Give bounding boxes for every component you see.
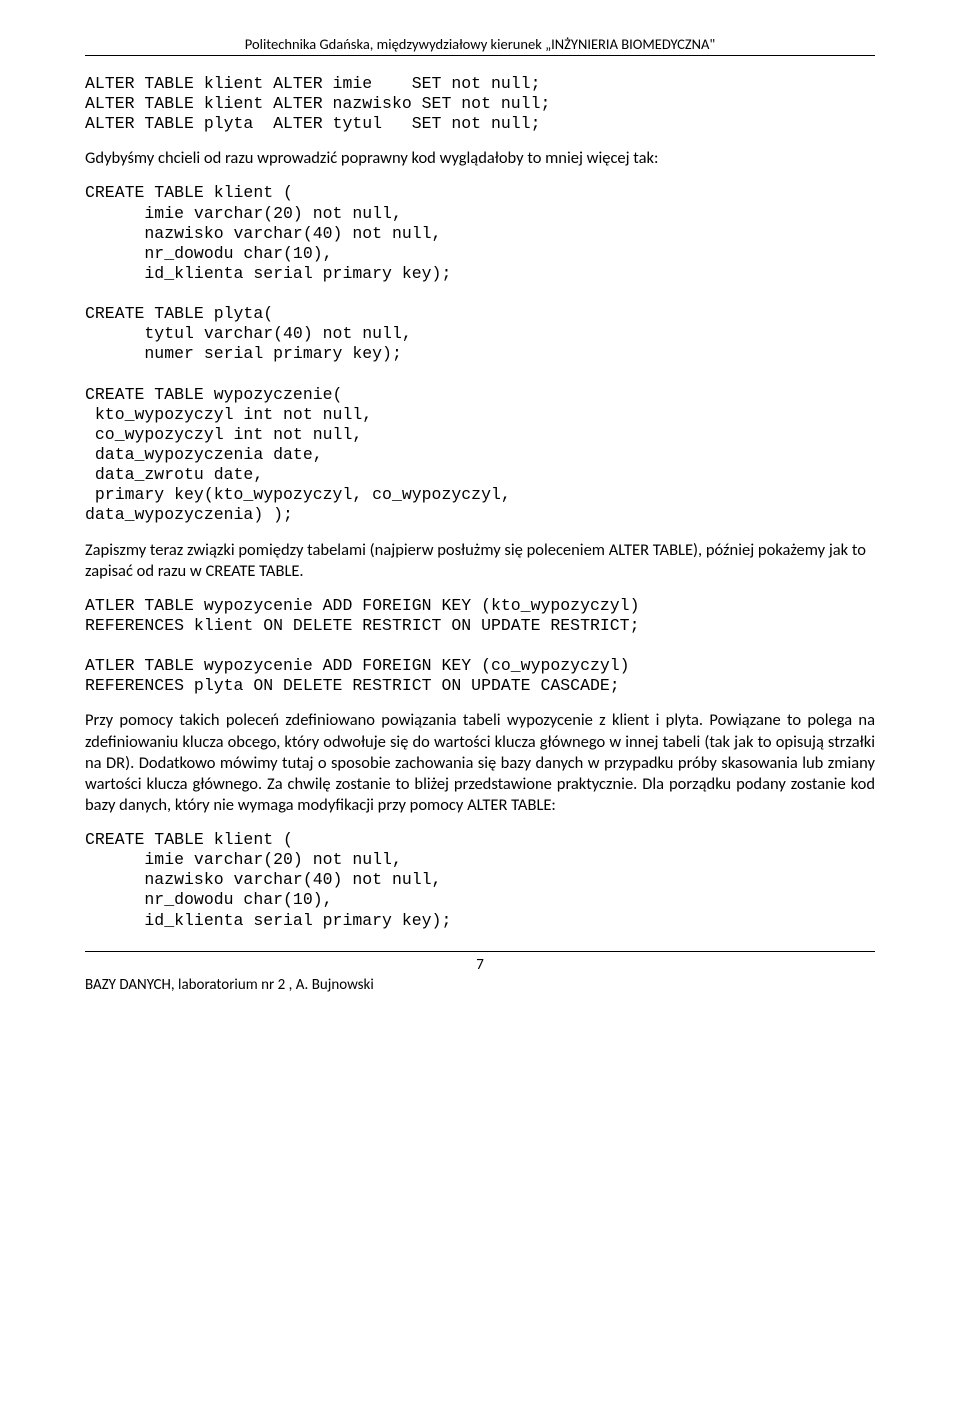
footer-area: 7 BAZY DANYCH, laboratorium nr 2 , A. Bu… xyxy=(85,951,875,994)
paragraph-1: Gdybyśmy chcieli od razu wprowadzić popr… xyxy=(85,148,875,169)
document-header: Politechnika Gdańska, międzywydziałowy k… xyxy=(85,35,875,56)
paragraph-3: Przy pomocy takich poleceń zdefiniowano … xyxy=(85,710,875,816)
page-number: 7 xyxy=(85,956,875,974)
code-block-1: ALTER TABLE klient ALTER imie SET not nu… xyxy=(85,74,875,134)
code-block-4: CREATE TABLE klient ( imie varchar(20) n… xyxy=(85,830,875,931)
footer-text: BAZY DANYCH, laboratorium nr 2 , A. Bujn… xyxy=(85,976,875,994)
code-block-3: ATLER TABLE wypozycenie ADD FOREIGN KEY … xyxy=(85,596,875,697)
paragraph-2: Zapiszmy teraz związki pomiędzy tabelami… xyxy=(85,540,875,582)
page-content: Politechnika Gdańska, międzywydziałowy k… xyxy=(0,0,960,1014)
code-block-2: CREATE TABLE klient ( imie varchar(20) n… xyxy=(85,183,875,525)
